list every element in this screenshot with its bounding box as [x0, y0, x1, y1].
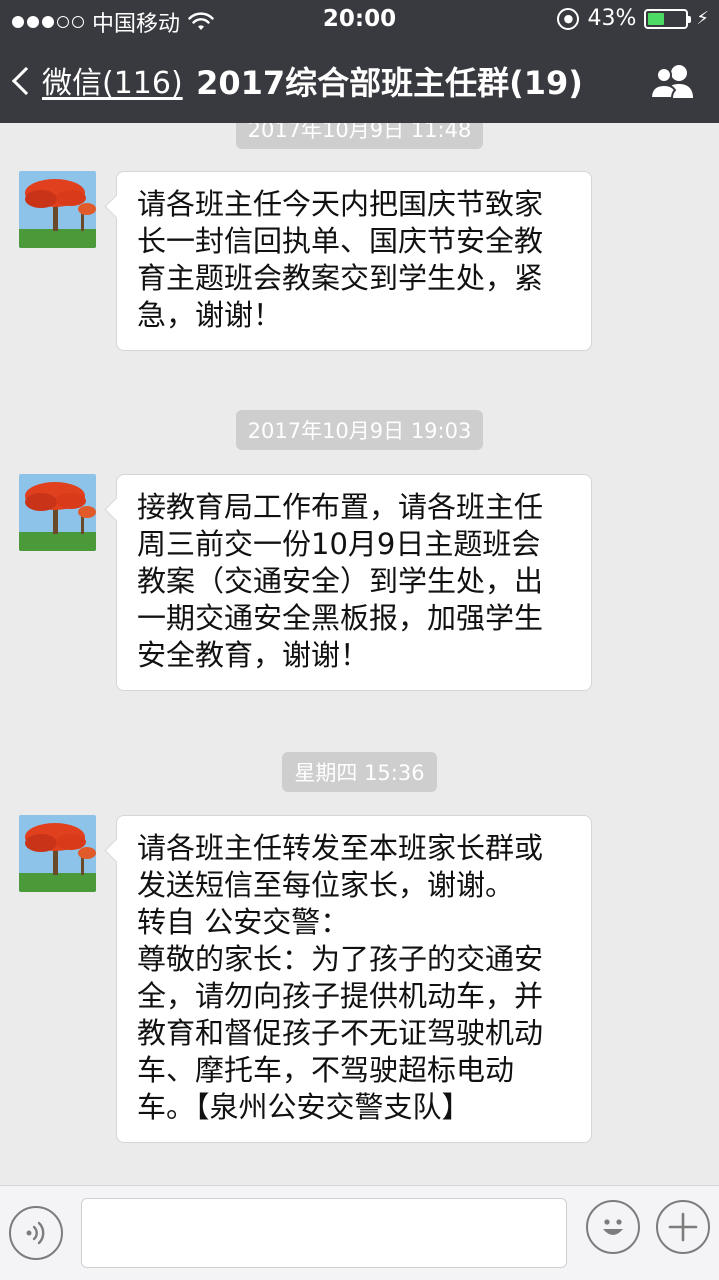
avatar[interactable]: [19, 171, 96, 248]
message-bubble[interactable]: 接教育局工作布置，请各班主任 周三前交一份10月9日主题班会 教案（交通安全）到…: [116, 474, 592, 691]
chat-area[interactable]: 2017年10月9日 11:48 请各班主任今天内把国庆节致家 长一封信回执单、…: [0, 123, 719, 1185]
battery-percent: 43%: [587, 6, 637, 31]
message-bubble[interactable]: 请各班主任今天内把国庆节致家 长一封信回执单、国庆节安全教 育主题班会教案交到学…: [116, 171, 592, 351]
timestamp: 2017年10月9日 19:03: [0, 410, 719, 450]
more-button[interactable]: [656, 1200, 710, 1254]
flame-tree-avatar-image: [19, 171, 96, 248]
avatar[interactable]: [19, 474, 96, 551]
voice-icon: [26, 1221, 45, 1245]
flame-tree-avatar-image: [19, 474, 96, 551]
chat-title: 2017综合部班主任群(19): [196, 64, 583, 102]
timestamp: 2017年10月9日 11:48: [0, 123, 719, 149]
input-bar: [0, 1185, 719, 1280]
plus-icon: [668, 1212, 698, 1242]
message-bubble[interactable]: 请各班主任转发至本班家长群或 发送短信至每位家长，谢谢。 转自 公安交警： 尊敬…: [116, 815, 592, 1143]
timestamp: 星期四 15:36: [0, 752, 719, 792]
message-input[interactable]: [81, 1198, 567, 1268]
voice-button[interactable]: [9, 1206, 63, 1260]
charging-icon: ⚡: [696, 8, 709, 29]
navigation-bar: 微信(116) 2017综合部班主任群(19): [0, 40, 719, 123]
battery-icon: [644, 8, 692, 29]
status-bar: 中国移动 20:00 ● 43% ⚡: [0, 0, 719, 40]
emoji-icon: [603, 1219, 623, 1235]
orientation-lock-icon: ●: [557, 7, 580, 30]
avatar[interactable]: [19, 815, 96, 892]
top-bar: 中国移动 20:00 ● 43% ⚡ 微信(116) 2017综合部班主任群(1…: [0, 0, 719, 123]
battery-level: [648, 12, 664, 25]
group-members-icon[interactable]: [649, 62, 697, 100]
flame-tree-avatar-image: [19, 815, 96, 892]
emoji-button[interactable]: [586, 1200, 640, 1254]
